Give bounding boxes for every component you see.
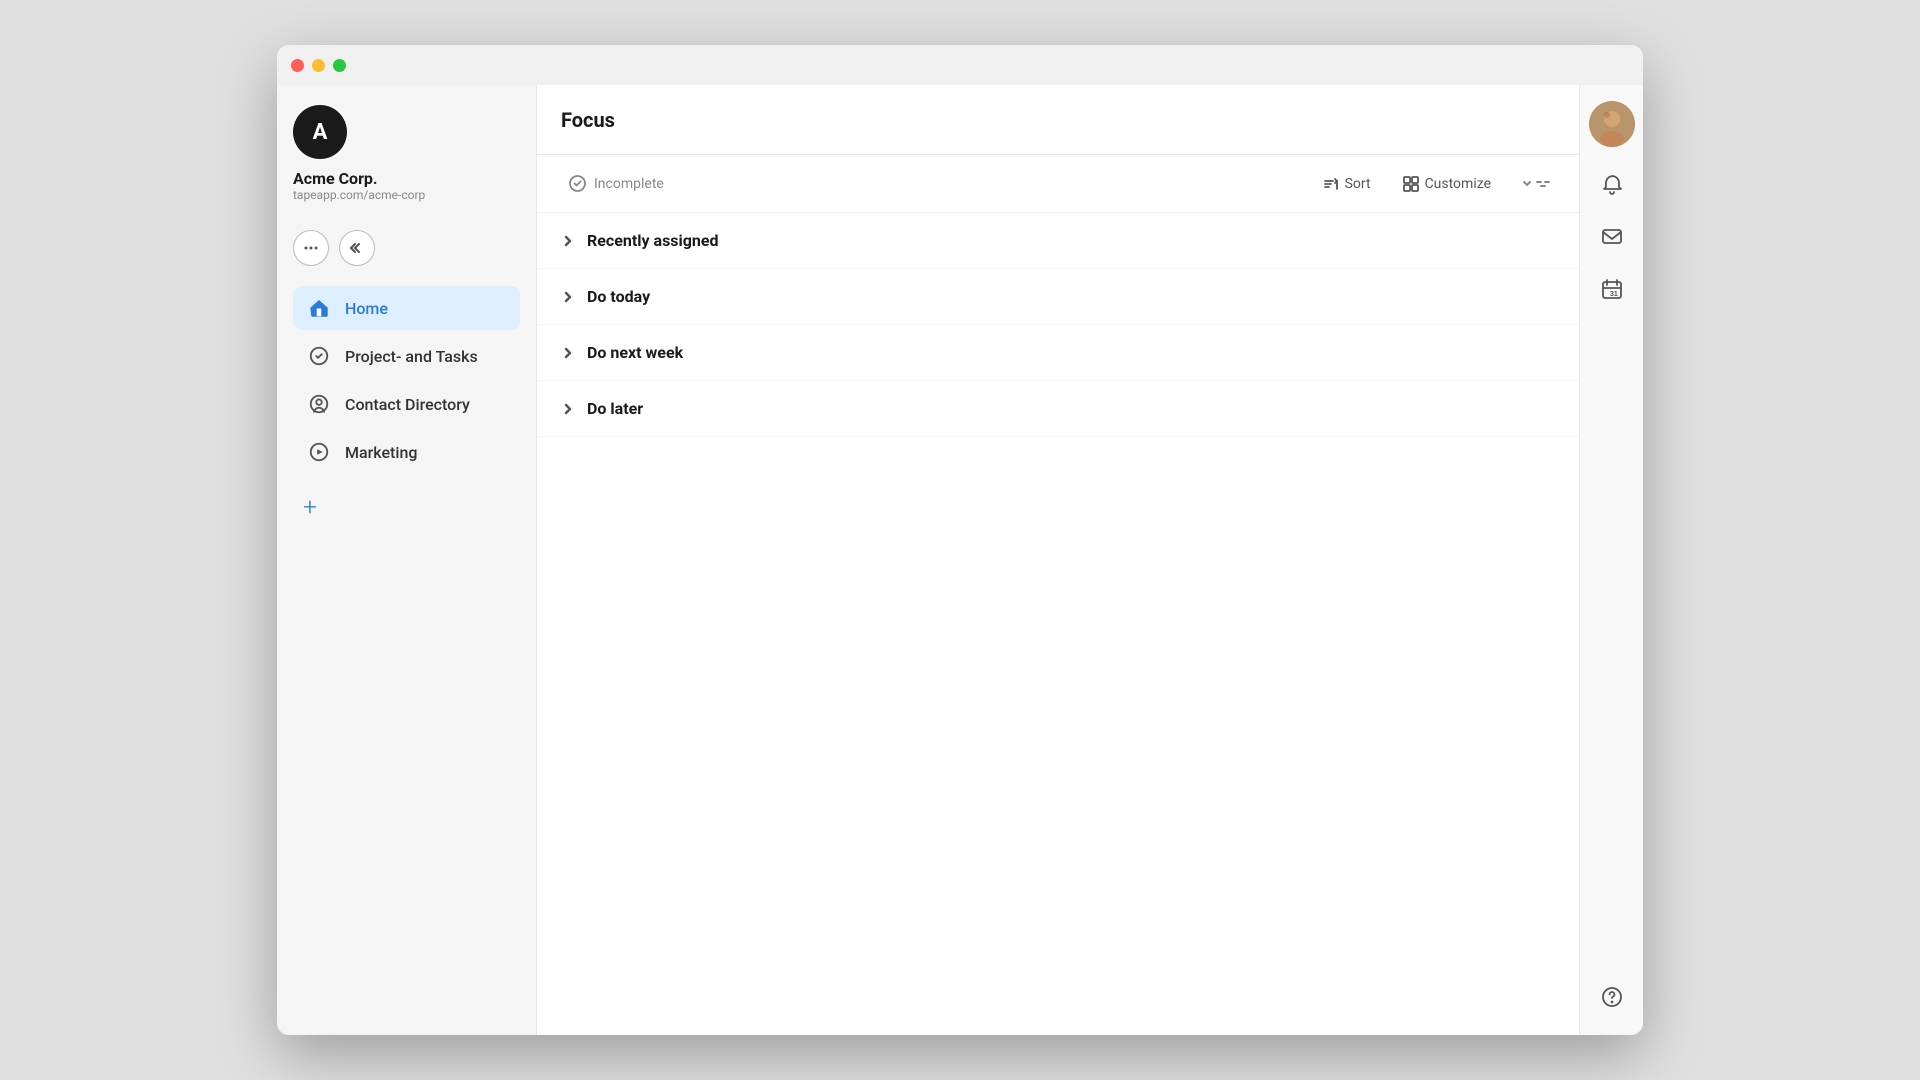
app-window: A Acme Corp. tapeapp.com/acme-corp: [277, 45, 1643, 1035]
section-title-do-next-week: Do next week: [587, 343, 683, 362]
sidebar-item-label-contacts: Contact Directory: [345, 395, 470, 414]
check-circle-icon: [307, 344, 331, 368]
sidebar-item-home[interactable]: Home: [293, 286, 520, 330]
messages-button[interactable]: [1590, 215, 1634, 259]
main-header: Focus: [537, 85, 1579, 155]
section-header-do-next-week[interactable]: Do next week: [561, 337, 1555, 368]
brand-logo: A: [293, 105, 347, 159]
sort-label: Sort: [1345, 176, 1371, 192]
collapse-sidebar-button[interactable]: [339, 230, 375, 266]
sidebar-item-label-marketing: Marketing: [345, 443, 417, 462]
sidebar-item-label-home: Home: [345, 299, 388, 318]
section-do-later: Do later: [537, 381, 1579, 437]
app-body: A Acme Corp. tapeapp.com/acme-corp: [277, 85, 1643, 1035]
chevron-right-icon-4: [561, 402, 575, 416]
sidebar-item-label-projects: Project- and Tasks: [345, 347, 478, 366]
section-header-do-later[interactable]: Do later: [561, 393, 1555, 424]
sidebar: A Acme Corp. tapeapp.com/acme-corp: [277, 85, 537, 1035]
chevron-right-icon-2: [561, 290, 575, 304]
user-circle-icon: [307, 392, 331, 416]
sidebar-item-contacts[interactable]: Contact Directory: [293, 382, 520, 426]
brand-section: A Acme Corp. tapeapp.com/acme-corp: [293, 105, 520, 202]
sidebar-item-marketing[interactable]: Marketing: [293, 430, 520, 474]
section-do-today: Do today: [537, 269, 1579, 325]
customize-label: Customize: [1425, 176, 1491, 192]
sidebar-nav: Home Project- and Tasks: [293, 286, 520, 474]
expand-button[interactable]: [1515, 172, 1555, 196]
content-toolbar: Incomplete Sort: [537, 155, 1579, 213]
more-options-button[interactable]: [293, 230, 329, 266]
calendar-button[interactable]: 31: [1590, 267, 1634, 311]
play-circle-icon: [307, 440, 331, 464]
help-button[interactable]: [1590, 975, 1634, 1019]
right-sidebar: 31: [1579, 85, 1643, 1035]
sidebar-item-projects[interactable]: Project- and Tasks: [293, 334, 520, 378]
fullscreen-button[interactable]: [333, 59, 346, 72]
section-recently-assigned: Recently assigned: [537, 213, 1579, 269]
page-title: Focus: [561, 108, 615, 132]
user-avatar[interactable]: [1589, 101, 1635, 147]
customize-button[interactable]: Customize: [1395, 172, 1499, 196]
avatar-image: [1589, 101, 1635, 147]
section-header-recently-assigned[interactable]: Recently assigned: [561, 225, 1555, 256]
section-title-recently-assigned: Recently assigned: [587, 231, 719, 250]
chevron-right-icon: [561, 234, 575, 248]
brand-name: Acme Corp.: [293, 169, 378, 188]
brand-url: tapeapp.com/acme-corp: [293, 188, 425, 202]
minimize-button[interactable]: [312, 59, 325, 72]
home-icon: [307, 296, 331, 320]
section-title-do-later: Do later: [587, 399, 643, 418]
toolbar-right: Sort Customize: [1315, 172, 1555, 196]
content-area: Incomplete Sort: [537, 155, 1579, 1035]
close-button[interactable]: [291, 59, 304, 72]
section-header-do-today[interactable]: Do today: [561, 281, 1555, 312]
section-do-next-week: Do next week: [537, 325, 1579, 381]
filter-label: Incomplete: [594, 176, 664, 192]
chevron-right-icon-3: [561, 346, 575, 360]
section-title-do-today: Do today: [587, 287, 650, 306]
svg-text:31: 31: [1610, 291, 1618, 298]
main-content-wrapper: Focus Incomplete: [537, 85, 1579, 1035]
notifications-button[interactable]: [1590, 163, 1634, 207]
add-item-button[interactable]: +: [293, 490, 327, 524]
sort-button[interactable]: Sort: [1315, 172, 1379, 196]
titlebar: [277, 45, 1643, 85]
filter-incomplete-button[interactable]: Incomplete: [561, 171, 672, 196]
